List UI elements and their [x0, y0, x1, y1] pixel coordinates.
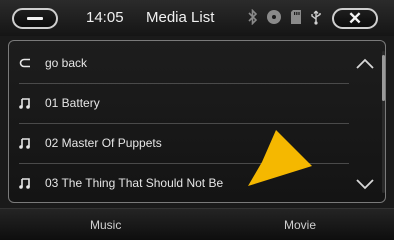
usb-icon	[311, 10, 321, 25]
close-button[interactable]: ✕	[332, 8, 378, 29]
disc-icon	[267, 10, 281, 24]
scrollbar-thumb[interactable]	[382, 55, 385, 101]
list-item-label: 01 Battery	[45, 96, 100, 110]
minimize-button[interactable]	[12, 8, 58, 29]
music-note-icon	[19, 177, 41, 189]
page-title: Media List	[146, 9, 215, 26]
list-item-label: 03 The Thing That Should Not Be	[45, 176, 224, 190]
chevron-up-icon	[356, 58, 374, 69]
music-note-icon	[19, 137, 41, 149]
chevron-down-icon	[356, 179, 374, 190]
sd-card-icon	[291, 10, 301, 24]
tab-movie[interactable]: Movie	[284, 218, 316, 232]
list-item[interactable]: 01 Battery	[19, 83, 344, 123]
top-bar: 14:05 Media List ✕	[0, 0, 394, 36]
clock: 14:05	[86, 9, 124, 26]
music-note-icon	[19, 97, 41, 109]
scroll-down-button[interactable]	[353, 173, 377, 195]
bluetooth-icon	[248, 9, 258, 25]
list-item-label: 02 Master Of Puppets	[45, 136, 162, 150]
minus-icon	[27, 17, 43, 20]
bottom-tab-bar: Music Movie	[0, 208, 394, 240]
tab-music[interactable]: Music	[90, 218, 121, 232]
status-icons	[248, 9, 322, 25]
list-item-go-back[interactable]: go back	[19, 43, 344, 83]
close-icon: ✕	[347, 9, 363, 28]
media-list-panel: go back 01 Battery 02 Master Of Puppets	[8, 40, 386, 203]
list-item-label: go back	[45, 56, 88, 70]
scroll-up-button[interactable]	[353, 53, 377, 75]
back-arrow-icon	[19, 57, 41, 69]
pointer-arrow-icon	[248, 130, 312, 186]
